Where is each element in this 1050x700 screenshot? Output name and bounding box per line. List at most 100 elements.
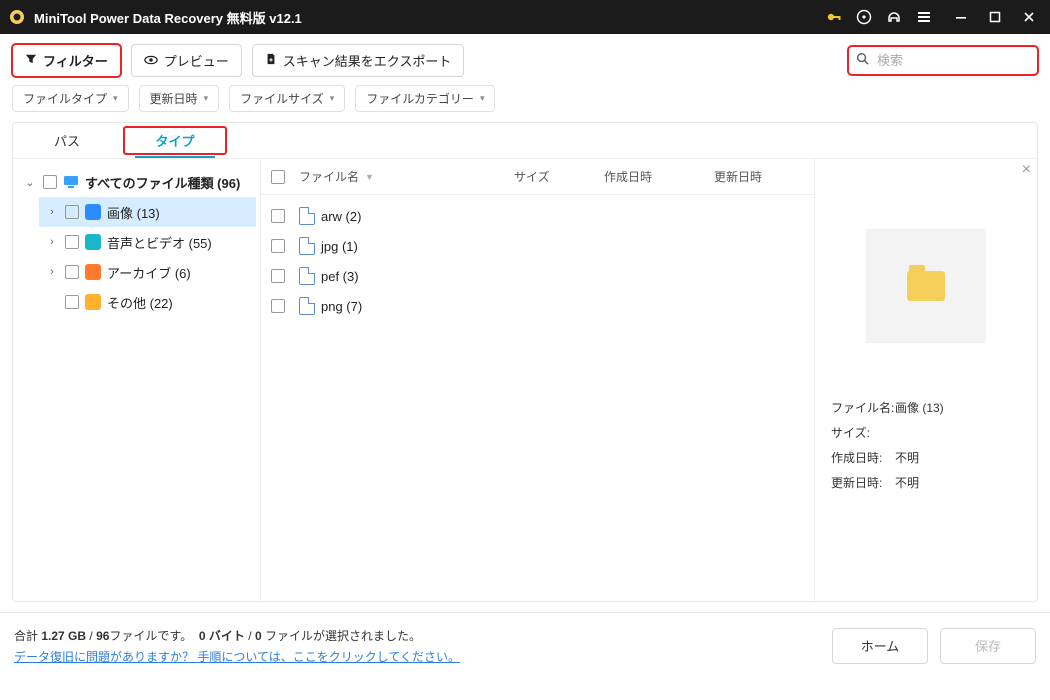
chevron-down-icon: ▾ [113, 93, 118, 104]
file-row[interactable]: jpg (1) [271, 231, 804, 261]
meta-ctime-value: 不明 [895, 449, 919, 466]
preview-label: プレビュー [164, 51, 229, 70]
chip-filesize[interactable]: ファイルサイズ▾ [229, 85, 345, 112]
meta-mtime-label: 更新日時: [831, 474, 895, 491]
tabs: パス タイプ [13, 123, 1037, 159]
file-icon [299, 207, 315, 225]
tree: ⌄ すべてのファイル種類 (96) › 画像 (13) › 音声とビデオ (55… [13, 159, 261, 601]
checkbox[interactable] [271, 209, 285, 223]
export-button[interactable]: スキャン結果をエクスポート [252, 44, 465, 77]
help-link[interactable]: データ復旧に問題がありますか？ 手順については、ここをクリックしてください。 [14, 648, 460, 665]
chevron-down-icon: ▾ [204, 93, 209, 104]
tree-item-label: 音声とビデオ (55) [107, 233, 212, 252]
titlebar: MiniTool Power Data Recovery 無料版 v12.1 [0, 0, 1050, 34]
checkbox[interactable] [271, 299, 285, 313]
file-name: pef (3) [321, 269, 804, 284]
folder-icon [85, 294, 101, 310]
checkbox[interactable] [43, 175, 57, 189]
image-icon [85, 204, 101, 220]
filter-label: フィルター [43, 51, 108, 70]
export-label: スキャン結果をエクスポート [283, 51, 452, 70]
key-icon[interactable] [826, 9, 842, 25]
tab-type[interactable]: タイプ [121, 123, 229, 158]
export-icon [265, 53, 277, 68]
search-input[interactable] [848, 46, 1038, 75]
disc-icon[interactable] [856, 9, 872, 25]
tree-item-label: アーカイブ (6) [107, 263, 191, 282]
toolbar: フィルター プレビュー スキャン結果をエクスポート [0, 34, 1050, 77]
meta-ctime-label: 作成日時: [831, 449, 895, 466]
col-name[interactable]: ファイル名 ▼ [299, 168, 514, 185]
search-icon [856, 52, 869, 70]
tree-item-archive[interactable]: › アーカイブ (6) [39, 257, 256, 287]
close-button[interactable] [1016, 4, 1042, 30]
search-wrap [848, 46, 1038, 75]
expand-icon[interactable]: › [45, 266, 59, 278]
media-icon [85, 234, 101, 250]
meta-mtime-value: 不明 [895, 474, 919, 491]
checkbox[interactable] [65, 265, 79, 279]
menu-icon[interactable] [916, 9, 932, 25]
collapse-icon[interactable]: ⌄ [23, 176, 37, 189]
close-preview-button[interactable]: × [1022, 161, 1031, 179]
home-button[interactable]: ホーム [832, 628, 928, 664]
meta-size-label: サイズ: [831, 424, 895, 441]
tree-item-label: 画像 (13) [107, 203, 160, 222]
file-row[interactable]: pef (3) [271, 261, 804, 291]
app-title: MiniTool Power Data Recovery 無料版 v12.1 [34, 8, 302, 27]
tree-item-label: その他 (22) [107, 293, 173, 312]
preview-button[interactable]: プレビュー [131, 44, 242, 77]
tab-path[interactable]: パス [13, 123, 121, 158]
chevron-down-icon: ▾ [330, 93, 335, 104]
tree-root[interactable]: ⌄ すべてのファイル種類 (96) [17, 167, 256, 197]
col-size[interactable]: サイズ [514, 168, 604, 185]
tree-item-images[interactable]: › 画像 (13) [39, 197, 256, 227]
footer: 合計 1.27 GB / 96ファイルです。 0 バイト / 0 ファイルが選択… [0, 612, 1050, 678]
minimize-button[interactable] [948, 4, 974, 30]
checkbox[interactable] [65, 295, 79, 309]
file-icon [299, 297, 315, 315]
filter-chips: ファイルタイプ▾ 更新日時▾ ファイルサイズ▾ ファイルカテゴリー▾ [0, 77, 1050, 112]
file-name: arw (2) [321, 209, 804, 224]
meta-name-value: 画像 (13) [895, 399, 944, 416]
file-row[interactable]: png (7) [271, 291, 804, 321]
checkbox[interactable] [271, 269, 285, 283]
preview-thumbnail [866, 229, 986, 343]
checkbox[interactable] [271, 239, 285, 253]
chip-filetype[interactable]: ファイルタイプ▾ [12, 85, 129, 112]
headset-icon[interactable] [886, 9, 902, 25]
archive-icon [85, 264, 101, 280]
file-row[interactable]: arw (2) [271, 201, 804, 231]
tree-root-label: すべてのファイル種類 (96) [85, 173, 240, 192]
meta-name-label: ファイル名: [831, 399, 895, 416]
file-list: ファイル名 ▼ サイズ 作成日時 更新日時 arw (2) jpg (1) [261, 159, 815, 601]
file-list-header: ファイル名 ▼ サイズ 作成日時 更新日時 [261, 159, 814, 195]
monitor-icon [63, 174, 79, 190]
chevron-down-icon: ▾ [480, 93, 485, 104]
tree-item-av[interactable]: › 音声とビデオ (55) [39, 227, 256, 257]
eye-icon [144, 53, 158, 68]
status-line: 合計 1.27 GB / 96ファイルです。 0 バイト / 0 ファイルが選択… [14, 627, 460, 644]
col-mtime[interactable]: 更新日時 [714, 168, 804, 185]
file-name: png (7) [321, 299, 804, 314]
folder-icon [907, 271, 945, 301]
file-icon [299, 267, 315, 285]
col-ctime[interactable]: 作成日時 [604, 168, 714, 185]
funnel-icon [25, 53, 37, 68]
chip-mtime[interactable]: 更新日時▾ [139, 85, 220, 112]
file-icon [299, 237, 315, 255]
sort-desc-icon: ▼ [365, 172, 374, 182]
checkbox[interactable] [65, 235, 79, 249]
save-button[interactable]: 保存 [940, 628, 1036, 664]
chip-category[interactable]: ファイルカテゴリー▾ [355, 85, 495, 112]
preview-pane: × ファイル名:画像 (13) サイズ: 作成日時:不明 更新日時:不明 [815, 159, 1037, 601]
checkbox-all[interactable] [271, 170, 285, 184]
file-name: jpg (1) [321, 239, 804, 254]
maximize-button[interactable] [982, 4, 1008, 30]
filter-button[interactable]: フィルター [12, 44, 121, 77]
expand-icon[interactable]: › [45, 206, 59, 218]
main-panel: パス タイプ ⌄ すべてのファイル種類 (96) › 画像 (13) [12, 122, 1038, 602]
tree-item-other[interactable]: その他 (22) [39, 287, 256, 317]
checkbox[interactable] [65, 205, 79, 219]
expand-icon[interactable]: › [45, 236, 59, 248]
